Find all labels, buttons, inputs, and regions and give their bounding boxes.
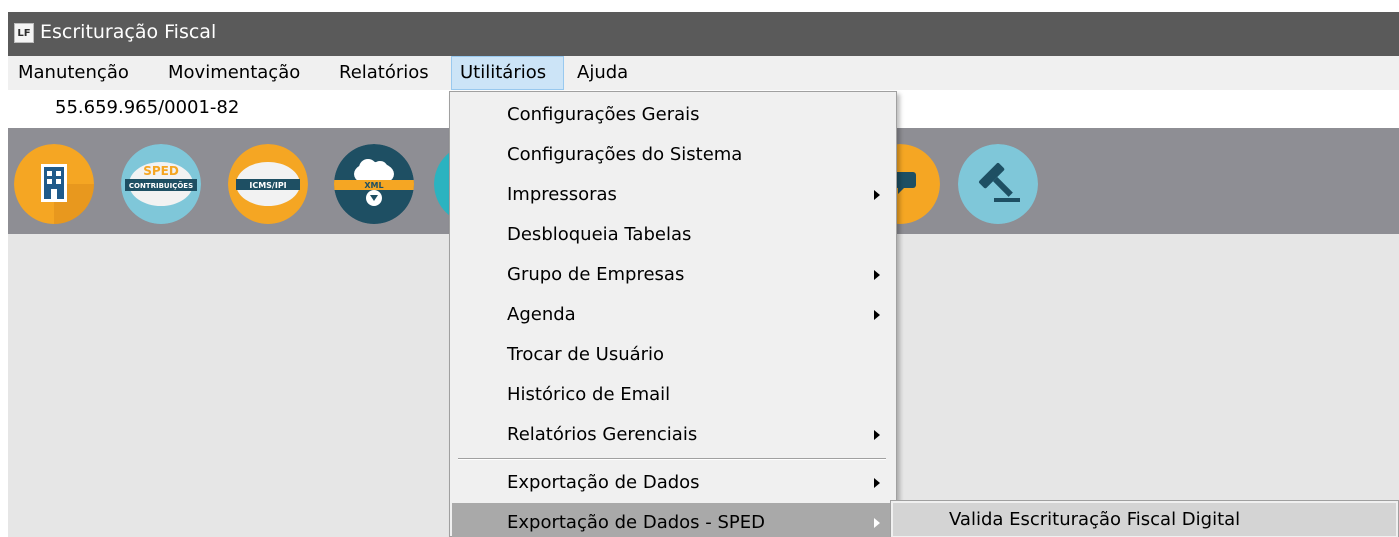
menu-item-label: Configurações Gerais [507,104,700,125]
title-bar: LF Escrituração Fiscal [8,12,1399,56]
company-cnpj: 55.659.965/0001-82 [55,97,240,118]
menu-item-label: Exportação de Dados [507,472,700,493]
sped-contribuicoes-icon[interactable]: SPED CONTRIBUIÇÕES [121,144,201,224]
menu-item-label: Exportação de Dados - SPED [507,512,765,533]
icms-ipi-label: ICMS/IPI [249,181,286,190]
app-logo-icon: LF [14,23,34,43]
menu-manutencao[interactable]: Manutenção [10,56,137,90]
menu-item-configuracoes-sistema[interactable]: Configurações do Sistema [452,135,894,175]
menu-item-exportacao-dados-sped[interactable]: Exportação de Dados - SPED [452,503,894,537]
menu-item-label: Grupo de Empresas [507,264,685,285]
xml-label: XML [364,181,383,190]
submenu-arrow-icon [874,478,880,488]
menu-item-grupo-empresas[interactable]: Grupo de Empresas [452,255,894,295]
menu-relatorios[interactable]: Relatórios [331,56,437,90]
menu-item-label: Relatórios Gerenciais [507,424,698,445]
menu-item-relatorios-gerenciais[interactable]: Relatórios Gerenciais [452,415,894,455]
submenu-arrow-icon [874,270,880,280]
menu-item-configuracoes-gerais[interactable]: Configurações Gerais [452,95,894,135]
menu-utilitarios[interactable]: Utilitários [451,56,564,90]
submenu-arrow-icon [874,190,880,200]
window-title: Escrituração Fiscal [40,21,217,43]
submenu-arrow-icon [874,310,880,320]
menu-item-label: Desbloqueia Tabelas [507,224,692,245]
app-window: LF Escrituração Fiscal Manutenção Movime… [8,12,1399,537]
submenu-arrow-icon [874,430,880,440]
menu-item-agenda[interactable]: Agenda [452,295,894,335]
submenu-arrow-icon [874,518,880,528]
menu-item-impressoras[interactable]: Impressoras [452,175,894,215]
menu-item-label: Histórico de Email [507,384,671,405]
building-icon[interactable] [14,144,94,224]
menu-item-label: Agenda [507,304,576,325]
menu-item-valida-escrituracao[interactable]: Valida Escrituração Fiscal Digital [893,503,1396,536]
xml-cloud-download-icon[interactable]: XML [334,144,414,224]
menu-item-label: Valida Escrituração Fiscal Digital [949,509,1241,530]
menu-item-desbloqueia-tabelas[interactable]: Desbloqueia Tabelas [452,215,894,255]
menu-item-label: Trocar de Usuário [507,344,665,365]
menu-item-label: Configurações do Sistema [507,144,743,165]
menu-item-label: Impressoras [507,184,617,205]
menu-item-trocar-usuario[interactable]: Trocar de Usuário [452,335,894,375]
gavel-icon[interactable] [958,144,1038,224]
menu-bar: Manutenção Movimentação Relatórios Utili… [8,56,1399,90]
icms-ipi-icon[interactable]: ICMS/IPI [228,144,308,224]
contribuicoes-label: CONTRIBUIÇÕES [129,181,193,190]
sped-submenu: Valida Escrituração Fiscal Digital [890,500,1399,537]
menu-ajuda[interactable]: Ajuda [569,56,636,90]
sped-label: SPED [143,164,179,178]
menu-item-historico-email[interactable]: Histórico de Email [452,375,894,415]
menu-separator [458,458,886,460]
menu-item-exportacao-dados[interactable]: Exportação de Dados [452,463,894,503]
utilitarios-dropdown-menu: Configurações Gerais Configurações do Si… [449,91,897,537]
menu-movimentacao[interactable]: Movimentação [160,56,308,90]
